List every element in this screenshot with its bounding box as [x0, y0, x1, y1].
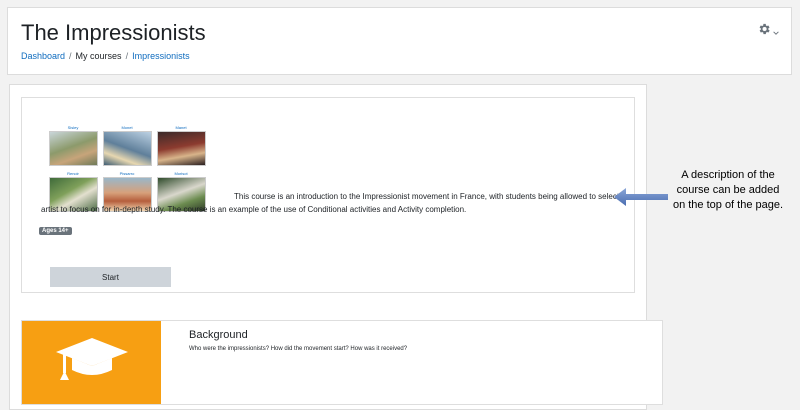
breadcrumb-separator: /	[125, 51, 129, 61]
course-summary: Sisley Monet Manet Renoir Pissarro Moris…	[21, 97, 635, 293]
breadcrumb-separator: /	[69, 51, 72, 61]
age-badge: Ages 14+	[39, 227, 72, 235]
left-arrow-icon	[614, 188, 668, 206]
breadcrumb-my-courses: My courses	[75, 51, 122, 61]
breadcrumb: Dashboard / My courses / Impressionists	[21, 51, 190, 61]
section-summary: Who were the impressionists? How did the…	[189, 346, 408, 352]
artist-thumbnail: Sisley	[48, 125, 98, 166]
breadcrumb-dashboard[interactable]: Dashboard	[21, 51, 65, 61]
settings-menu-button[interactable]	[757, 22, 779, 41]
gear-icon	[757, 22, 771, 41]
page-header: The Impressionists Dashboard / My courses /…	[7, 7, 792, 75]
painting-image	[48, 131, 98, 166]
artist-thumbnail: Monet	[102, 125, 152, 166]
painting-image	[156, 131, 206, 166]
course-content-area: Sisley Monet Manet Renoir Pissarro Moris…	[9, 84, 663, 410]
breadcrumb-impressionists[interactable]: Impressionists	[132, 51, 190, 61]
artist-thumbnail: Manet	[156, 125, 206, 166]
section-card-background[interactable]: Background Who were the impressionists? …	[21, 320, 663, 405]
chevron-down-icon	[773, 23, 779, 41]
section-title: Background	[189, 329, 248, 341]
start-button[interactable]: Start	[50, 267, 171, 287]
painting-image	[102, 131, 152, 166]
section-thumbnail	[22, 321, 161, 404]
annotation-callout: A description of the course can be added…	[672, 169, 784, 211]
course-description: This course is an introduction to the Im…	[41, 192, 631, 214]
page-title: The Impressionists	[21, 20, 206, 45]
graduation-cap-icon	[54, 334, 130, 391]
